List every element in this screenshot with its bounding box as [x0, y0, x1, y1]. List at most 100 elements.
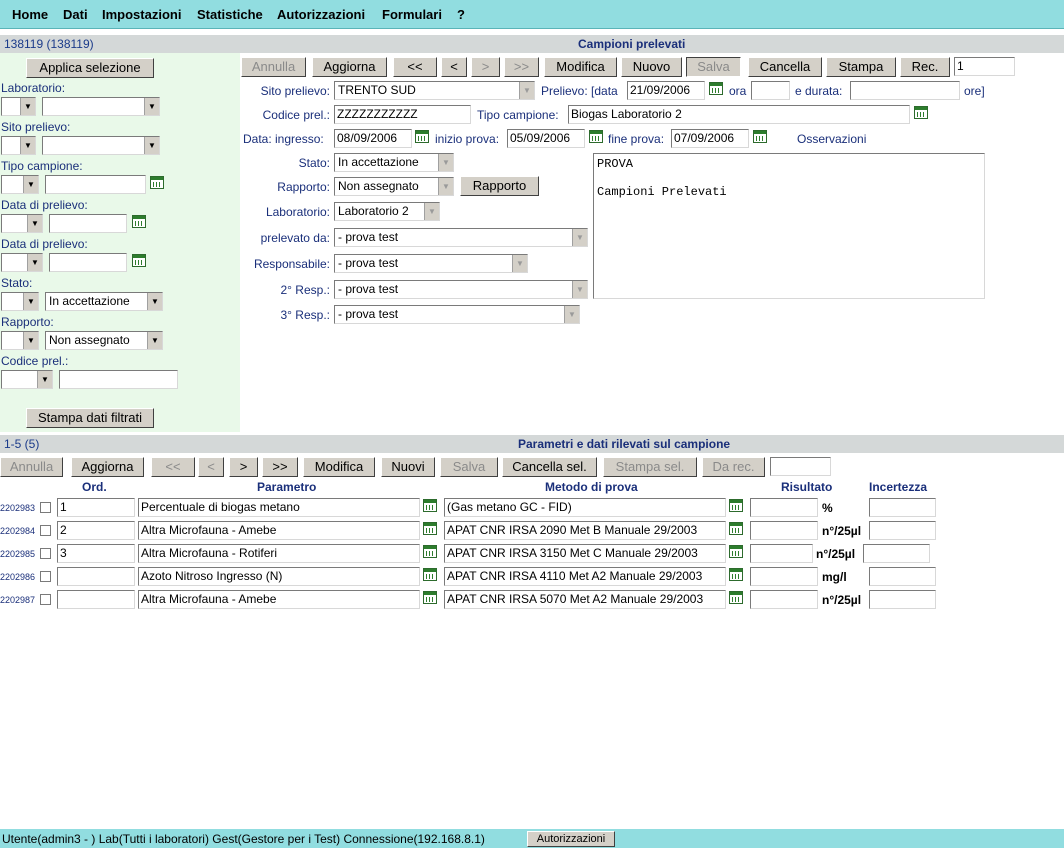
ora-input[interactable] [751, 81, 790, 100]
incertezza-input[interactable] [869, 567, 936, 586]
filter-tipo-input[interactable] [45, 175, 146, 194]
ord-input[interactable] [57, 590, 135, 609]
calendar-icon[interactable] [729, 522, 743, 535]
ord-input[interactable] [57, 567, 135, 586]
metodo-input[interactable]: APAT CNR IRSA 2090 Met B Manuale 29/2003 [444, 521, 726, 540]
filter-data1-op[interactable]: ▼ [1, 214, 43, 233]
inizio-prova-input[interactable]: 05/09/2006 [507, 129, 585, 148]
filter-stato-op[interactable]: ▼ [1, 292, 39, 311]
filter-rapporto-select[interactable]: Non assegnato ▼ [45, 331, 163, 350]
parametro-input[interactable]: Altra Microfauna - Amebe [138, 590, 420, 609]
calendar-icon[interactable] [914, 106, 928, 119]
incertezza-input[interactable] [869, 498, 936, 517]
stampa-button[interactable]: Stampa [826, 57, 896, 77]
calendar-icon[interactable] [729, 499, 743, 512]
filter-data1-input[interactable] [49, 214, 127, 233]
filter-codice-input[interactable] [59, 370, 178, 389]
risultato-input[interactable] [750, 498, 818, 517]
responsabile-select[interactable]: - prova test ▼ [334, 254, 528, 273]
print-filtered-button[interactable]: Stampa dati filtrati [26, 408, 154, 428]
row-checkbox[interactable] [40, 502, 51, 513]
next-record-button[interactable]: > [471, 57, 500, 77]
params-last-button[interactable]: >> [262, 457, 298, 477]
params-first-button[interactable]: << [151, 457, 195, 477]
rapporto-select[interactable]: Non assegnato ▼ [334, 177, 454, 196]
stampa-sel-button[interactable]: Stampa sel. [603, 457, 697, 477]
incertezza-input[interactable] [863, 544, 930, 563]
metodo-input[interactable]: APAT CNR IRSA 4110 Met A2 Manuale 29/200… [444, 567, 726, 586]
incertezza-input[interactable] [869, 521, 936, 540]
calendar-icon[interactable] [589, 130, 603, 143]
metodo-input[interactable]: (Gas metano GC - FID) [444, 498, 726, 517]
calendar-icon[interactable] [709, 82, 723, 95]
rec-button[interactable]: Rec. [900, 57, 950, 77]
codice-input[interactable]: ZZZZZZZZZZZ [334, 105, 471, 124]
params-prev-button[interactable]: < [198, 457, 224, 477]
da-rec-button[interactable]: Da rec. [702, 457, 765, 477]
cancella-sel-button[interactable]: Cancella sel. [502, 457, 597, 477]
first-record-button[interactable]: << [393, 57, 437, 77]
calendar-icon[interactable] [423, 591, 437, 604]
calendar-icon[interactable] [423, 499, 437, 512]
nuovo-button[interactable]: Nuovo [621, 57, 682, 77]
filter-data2-op[interactable]: ▼ [1, 253, 43, 272]
metodo-input[interactable]: APAT CNR IRSA 3150 Met C Manuale 29/2003 [444, 544, 726, 563]
resp3-select[interactable]: - prova test ▼ [334, 305, 580, 324]
last-record-button[interactable]: >> [504, 57, 539, 77]
tipo-campione-input[interactable]: Biogas Laboratorio 2 [568, 105, 910, 124]
prelievo-date-input[interactable]: 21/09/2006 [627, 81, 705, 100]
ord-input[interactable]: 2 [57, 521, 135, 540]
annulla-button[interactable]: Annulla [241, 57, 306, 77]
ord-input[interactable]: 1 [57, 498, 135, 517]
record-number-input[interactable]: 1 [954, 57, 1015, 76]
laboratorio-select[interactable]: Laboratorio 2 ▼ [334, 202, 440, 221]
resp2-select[interactable]: - prova test ▼ [334, 280, 588, 299]
menu-impostazioni[interactable]: Impostazioni [102, 7, 181, 22]
ingresso-input[interactable]: 08/09/2006 [334, 129, 412, 148]
filter-sito-select[interactable]: ▼ [42, 136, 160, 155]
ord-input[interactable]: 3 [57, 544, 135, 563]
params-next-button[interactable]: > [229, 457, 258, 477]
calendar-icon[interactable] [415, 130, 429, 143]
stato-select[interactable]: In accettazione ▼ [334, 153, 454, 172]
calendar-icon[interactable] [150, 176, 164, 189]
calendar-icon[interactable] [132, 254, 146, 267]
row-checkbox[interactable] [40, 594, 51, 605]
osservazioni-textarea[interactable]: PROVA Campioni Prelevati [593, 153, 985, 299]
risultato-input[interactable] [750, 521, 818, 540]
params-modifica-button[interactable]: Modifica [303, 457, 375, 477]
modifica-button[interactable]: Modifica [544, 57, 617, 77]
row-checkbox[interactable] [40, 548, 51, 559]
menu-home[interactable]: Home [12, 7, 48, 22]
filter-sito-op[interactable]: ▼ [1, 136, 36, 155]
incertezza-input[interactable] [869, 590, 936, 609]
calendar-icon[interactable] [729, 545, 743, 558]
apply-selection-button[interactable]: Applica selezione [26, 58, 154, 78]
durata-input[interactable] [850, 81, 960, 100]
filter-laboratorio-op[interactable]: ▼ [1, 97, 36, 116]
calendar-icon[interactable] [423, 545, 437, 558]
filter-tipo-op[interactable]: ▼ [1, 175, 39, 194]
calendar-icon[interactable] [753, 130, 767, 143]
row-checkbox[interactable] [40, 571, 51, 582]
parametro-input[interactable]: Azoto Nitroso Ingresso (N) [138, 567, 420, 586]
risultato-input[interactable] [750, 544, 813, 563]
parametro-input[interactable]: Percentuale di biogas metano [138, 498, 420, 517]
prev-record-button[interactable]: < [441, 57, 467, 77]
risultato-input[interactable] [750, 567, 818, 586]
menu-autorizzazioni[interactable]: Autorizzazioni [277, 7, 365, 22]
parametro-input[interactable]: Altra Microfauna - Amebe [138, 521, 420, 540]
filter-laboratorio-select[interactable]: ▼ [42, 97, 160, 116]
calendar-icon[interactable] [423, 568, 437, 581]
menu-dati[interactable]: Dati [63, 7, 88, 22]
params-nuovi-button[interactable]: Nuovi [381, 457, 435, 477]
params-aggiorna-button[interactable]: Aggiorna [71, 457, 144, 477]
parametro-input[interactable]: Altra Microfauna - Rotiferi [138, 544, 420, 563]
calendar-icon[interactable] [729, 568, 743, 581]
rapporto-button[interactable]: Rapporto [460, 176, 539, 196]
sito-select[interactable]: TRENTO SUD ▼ [334, 81, 535, 100]
status-autorizzazioni-button[interactable]: Autorizzazioni [527, 831, 615, 847]
filter-codice-op[interactable]: ▼ [1, 370, 53, 389]
salva-button[interactable]: Salva [686, 57, 741, 77]
row-checkbox[interactable] [40, 525, 51, 536]
